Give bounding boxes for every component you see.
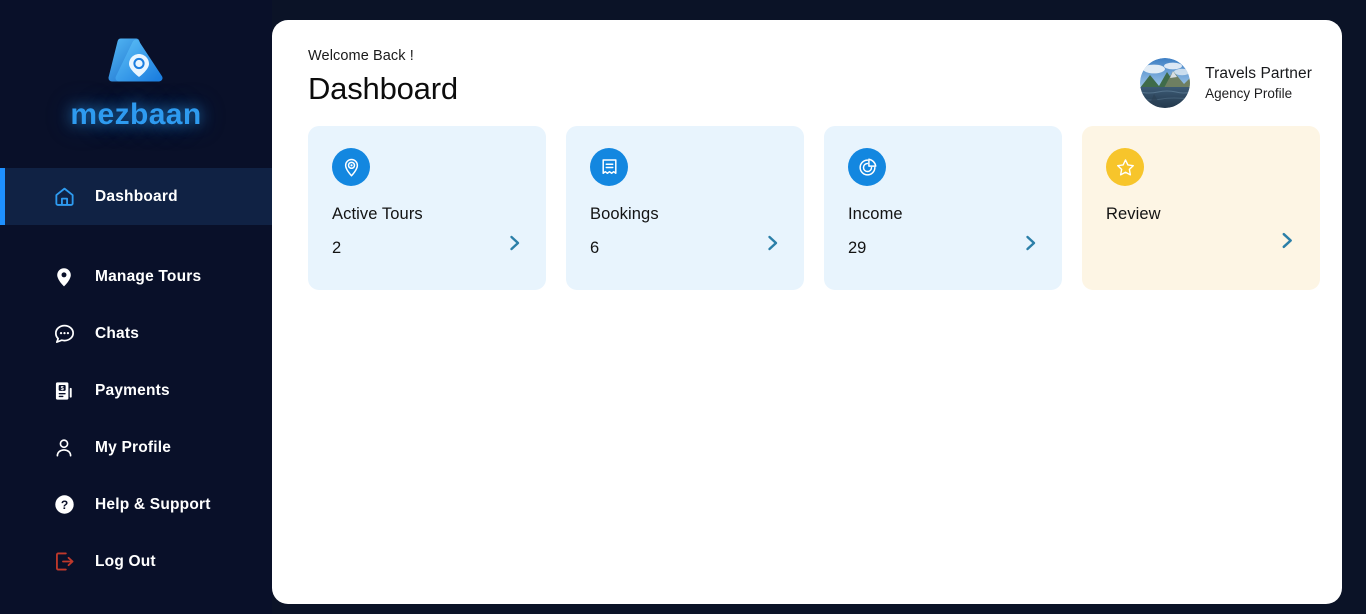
sidebar-item-log-out[interactable]: Log Out bbox=[0, 533, 272, 590]
svg-text:?: ? bbox=[60, 498, 67, 512]
sidebar-item-chats[interactable]: Chats bbox=[0, 305, 272, 362]
sidebar-item-label: My Profile bbox=[95, 438, 172, 456]
mountain-pin-logo-icon bbox=[103, 34, 169, 86]
location-target-icon bbox=[332, 148, 370, 186]
card-label: Bookings bbox=[590, 205, 659, 223]
stat-card-income[interactable]: Income 29 bbox=[824, 126, 1062, 290]
chevron-right-icon[interactable] bbox=[1022, 234, 1040, 252]
profile-name: Travels Partner bbox=[1205, 65, 1312, 82]
chevron-right-icon[interactable] bbox=[764, 234, 782, 252]
profile-role: Agency Profile bbox=[1205, 86, 1293, 101]
sidebar-item-help-support[interactable]: ? Help & Support bbox=[0, 476, 272, 533]
card-label: Review bbox=[1106, 205, 1161, 223]
stat-card-review[interactable]: Review bbox=[1082, 126, 1320, 290]
panel-header: Welcome Back ! Dashboard Travels Partner… bbox=[272, 20, 1342, 126]
sidebar-item-payments[interactable]: $ Payments bbox=[0, 362, 272, 419]
profile-widget[interactable]: Travels Partner Agency Profile bbox=[1140, 58, 1312, 108]
chat-bubble-icon bbox=[52, 322, 76, 346]
sidebar-item-label: Manage Tours bbox=[95, 267, 202, 285]
home-icon bbox=[52, 185, 76, 209]
brand-name: mezbaan bbox=[70, 98, 202, 131]
sidebar-item-manage-tours[interactable]: Manage Tours bbox=[0, 248, 272, 305]
card-value: 29 bbox=[848, 239, 867, 257]
logout-arrow-icon bbox=[52, 550, 76, 574]
sidebar-item-label: Log Out bbox=[95, 552, 156, 570]
sidebar-item-dashboard[interactable]: Dashboard bbox=[0, 168, 272, 225]
sidebar: mezbaan Dashboard Manage Tours Chats $ P… bbox=[0, 0, 272, 614]
sidebar-item-label: Chats bbox=[95, 324, 140, 342]
card-value: 2 bbox=[332, 239, 342, 257]
stat-card-bookings[interactable]: Bookings 6 bbox=[566, 126, 804, 290]
brand-logo: mezbaan bbox=[0, 0, 272, 168]
user-icon bbox=[52, 436, 76, 460]
stat-card-active-tours[interactable]: Active Tours 2 bbox=[308, 126, 546, 290]
location-pin-icon bbox=[52, 265, 76, 289]
profile-text: Travels Partner Agency Profile bbox=[1205, 65, 1312, 101]
invoice-dollar-icon: $ bbox=[52, 379, 76, 403]
sidebar-item-label: Payments bbox=[95, 381, 170, 399]
receipt-icon bbox=[590, 148, 628, 186]
sidebar-item-my-profile[interactable]: My Profile bbox=[0, 419, 272, 476]
landscape-photo-avatar bbox=[1140, 58, 1191, 108]
card-label: Active Tours bbox=[332, 205, 423, 223]
card-label: Income bbox=[848, 205, 903, 223]
card-value: 6 bbox=[590, 239, 600, 257]
main-panel: Welcome Back ! Dashboard Travels Partner… bbox=[272, 20, 1342, 604]
sidebar-item-label: Dashboard bbox=[95, 187, 178, 205]
pie-chart-icon bbox=[848, 148, 886, 186]
question-mark-icon: ? bbox=[52, 493, 76, 517]
stat-cards-row: Active Tours 2 Bookings 6 Income 29 Revi… bbox=[272, 126, 1342, 290]
chevron-right-icon[interactable] bbox=[1278, 231, 1296, 249]
star-icon bbox=[1106, 148, 1144, 186]
sidebar-item-label: Help & Support bbox=[95, 495, 211, 513]
chevron-right-icon[interactable] bbox=[506, 234, 524, 252]
